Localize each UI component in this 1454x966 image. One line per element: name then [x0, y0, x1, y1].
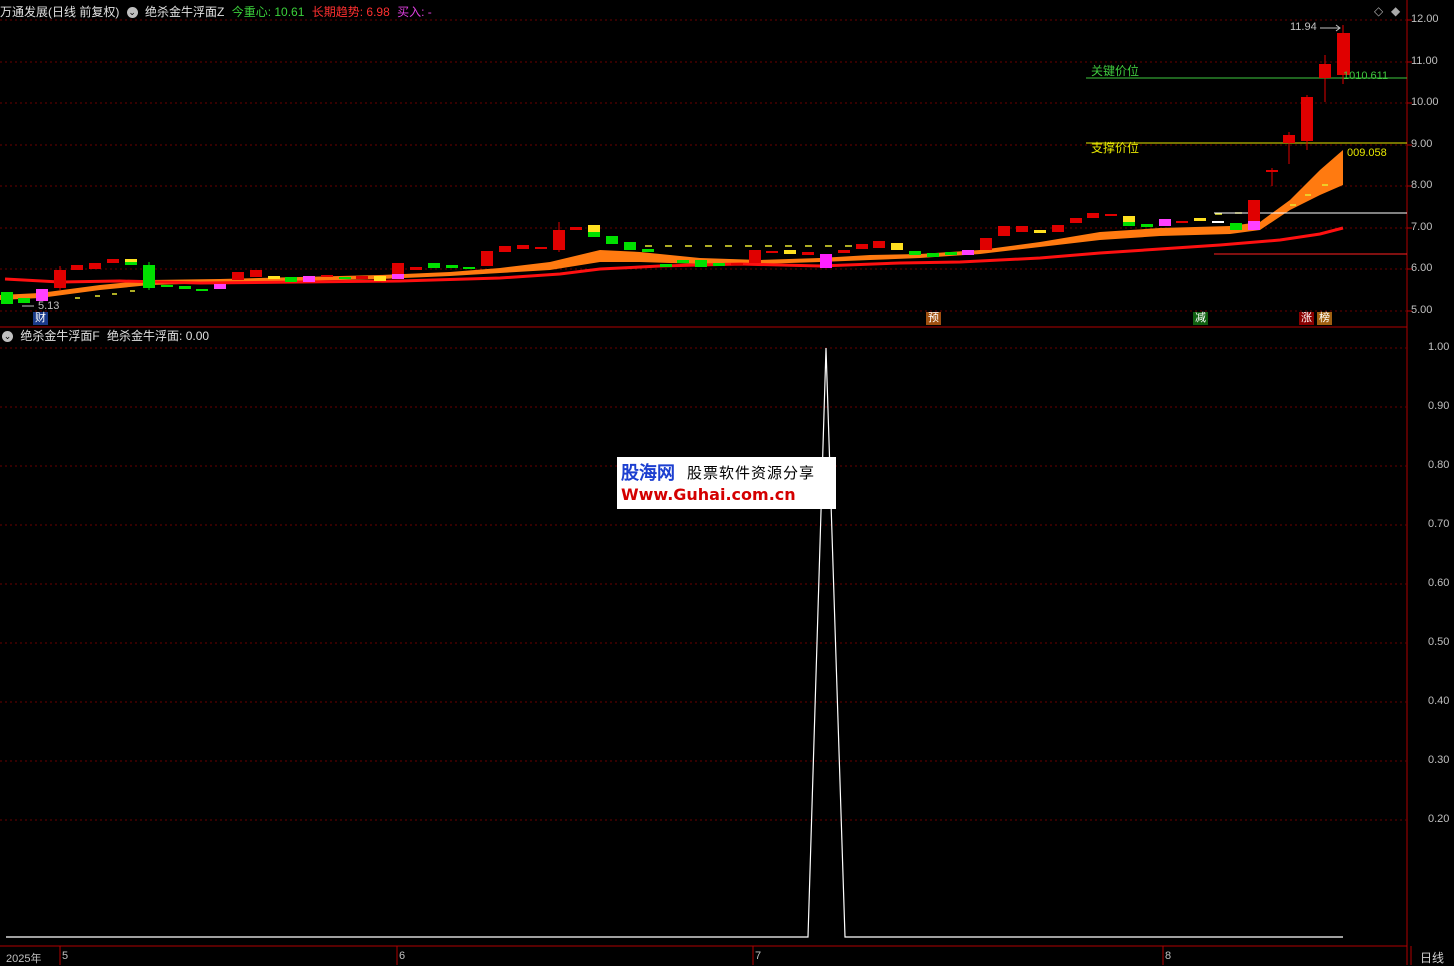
low-price-label: 5.13: [38, 300, 60, 312]
x-axis-year: 2025年: [6, 953, 42, 965]
sub-tick: 0.20: [1428, 813, 1450, 825]
event-marker[interactable]: 榜: [1317, 312, 1332, 325]
support-level-value: 009.058: [1347, 147, 1387, 159]
key-level-label: 关键价位: [1091, 64, 1140, 78]
sub-tick: 0.90: [1428, 400, 1450, 412]
watermark-brand: 股海网: [621, 463, 675, 484]
x-axis-month: 7: [755, 950, 762, 962]
high-price-label: 11.94: [1290, 21, 1317, 33]
sub-tick: 0.30: [1428, 754, 1450, 766]
sub-tick: 0.80: [1428, 459, 1450, 471]
price-tick: 10.00: [1411, 96, 1439, 108]
watermark-slogan: 股票软件资源分享: [687, 464, 816, 482]
event-marker[interactable]: 减: [1193, 312, 1208, 325]
watermark: 股海网 股票软件资源分享 Www.Guhai.com.cn: [617, 457, 836, 509]
price-tick: 6.00: [1411, 262, 1433, 274]
price-tick: 9.00: [1411, 138, 1433, 150]
sub-tick: 0.40: [1428, 695, 1450, 707]
x-axis-month: 5: [62, 950, 69, 962]
watermark-url: Www.Guhai.com.cn: [621, 485, 796, 504]
period-tab[interactable]: 日线: [1420, 949, 1444, 966]
event-marker[interactable]: 预: [926, 312, 941, 325]
price-tick: 12.00: [1411, 13, 1439, 25]
price-tick: 11.00: [1411, 55, 1438, 67]
sub-tick: 0.50: [1428, 636, 1450, 648]
price-tick: 5.00: [1411, 304, 1433, 316]
price-tick: 8.00: [1411, 179, 1433, 191]
support-level-label: 支撑价位: [1091, 141, 1140, 155]
key-level-value: 1010.611: [1343, 70, 1389, 82]
sub-tick: 0.60: [1428, 577, 1450, 589]
x-axis-month: 6: [399, 950, 406, 962]
x-axis-month: 8: [1165, 950, 1172, 962]
event-marker[interactable]: 财: [33, 312, 48, 325]
price-tick: 7.00: [1411, 221, 1433, 233]
sub-tick: 1.00: [1428, 341, 1450, 353]
sub-tick: 0.70: [1428, 518, 1450, 530]
event-marker[interactable]: 涨: [1299, 312, 1314, 325]
